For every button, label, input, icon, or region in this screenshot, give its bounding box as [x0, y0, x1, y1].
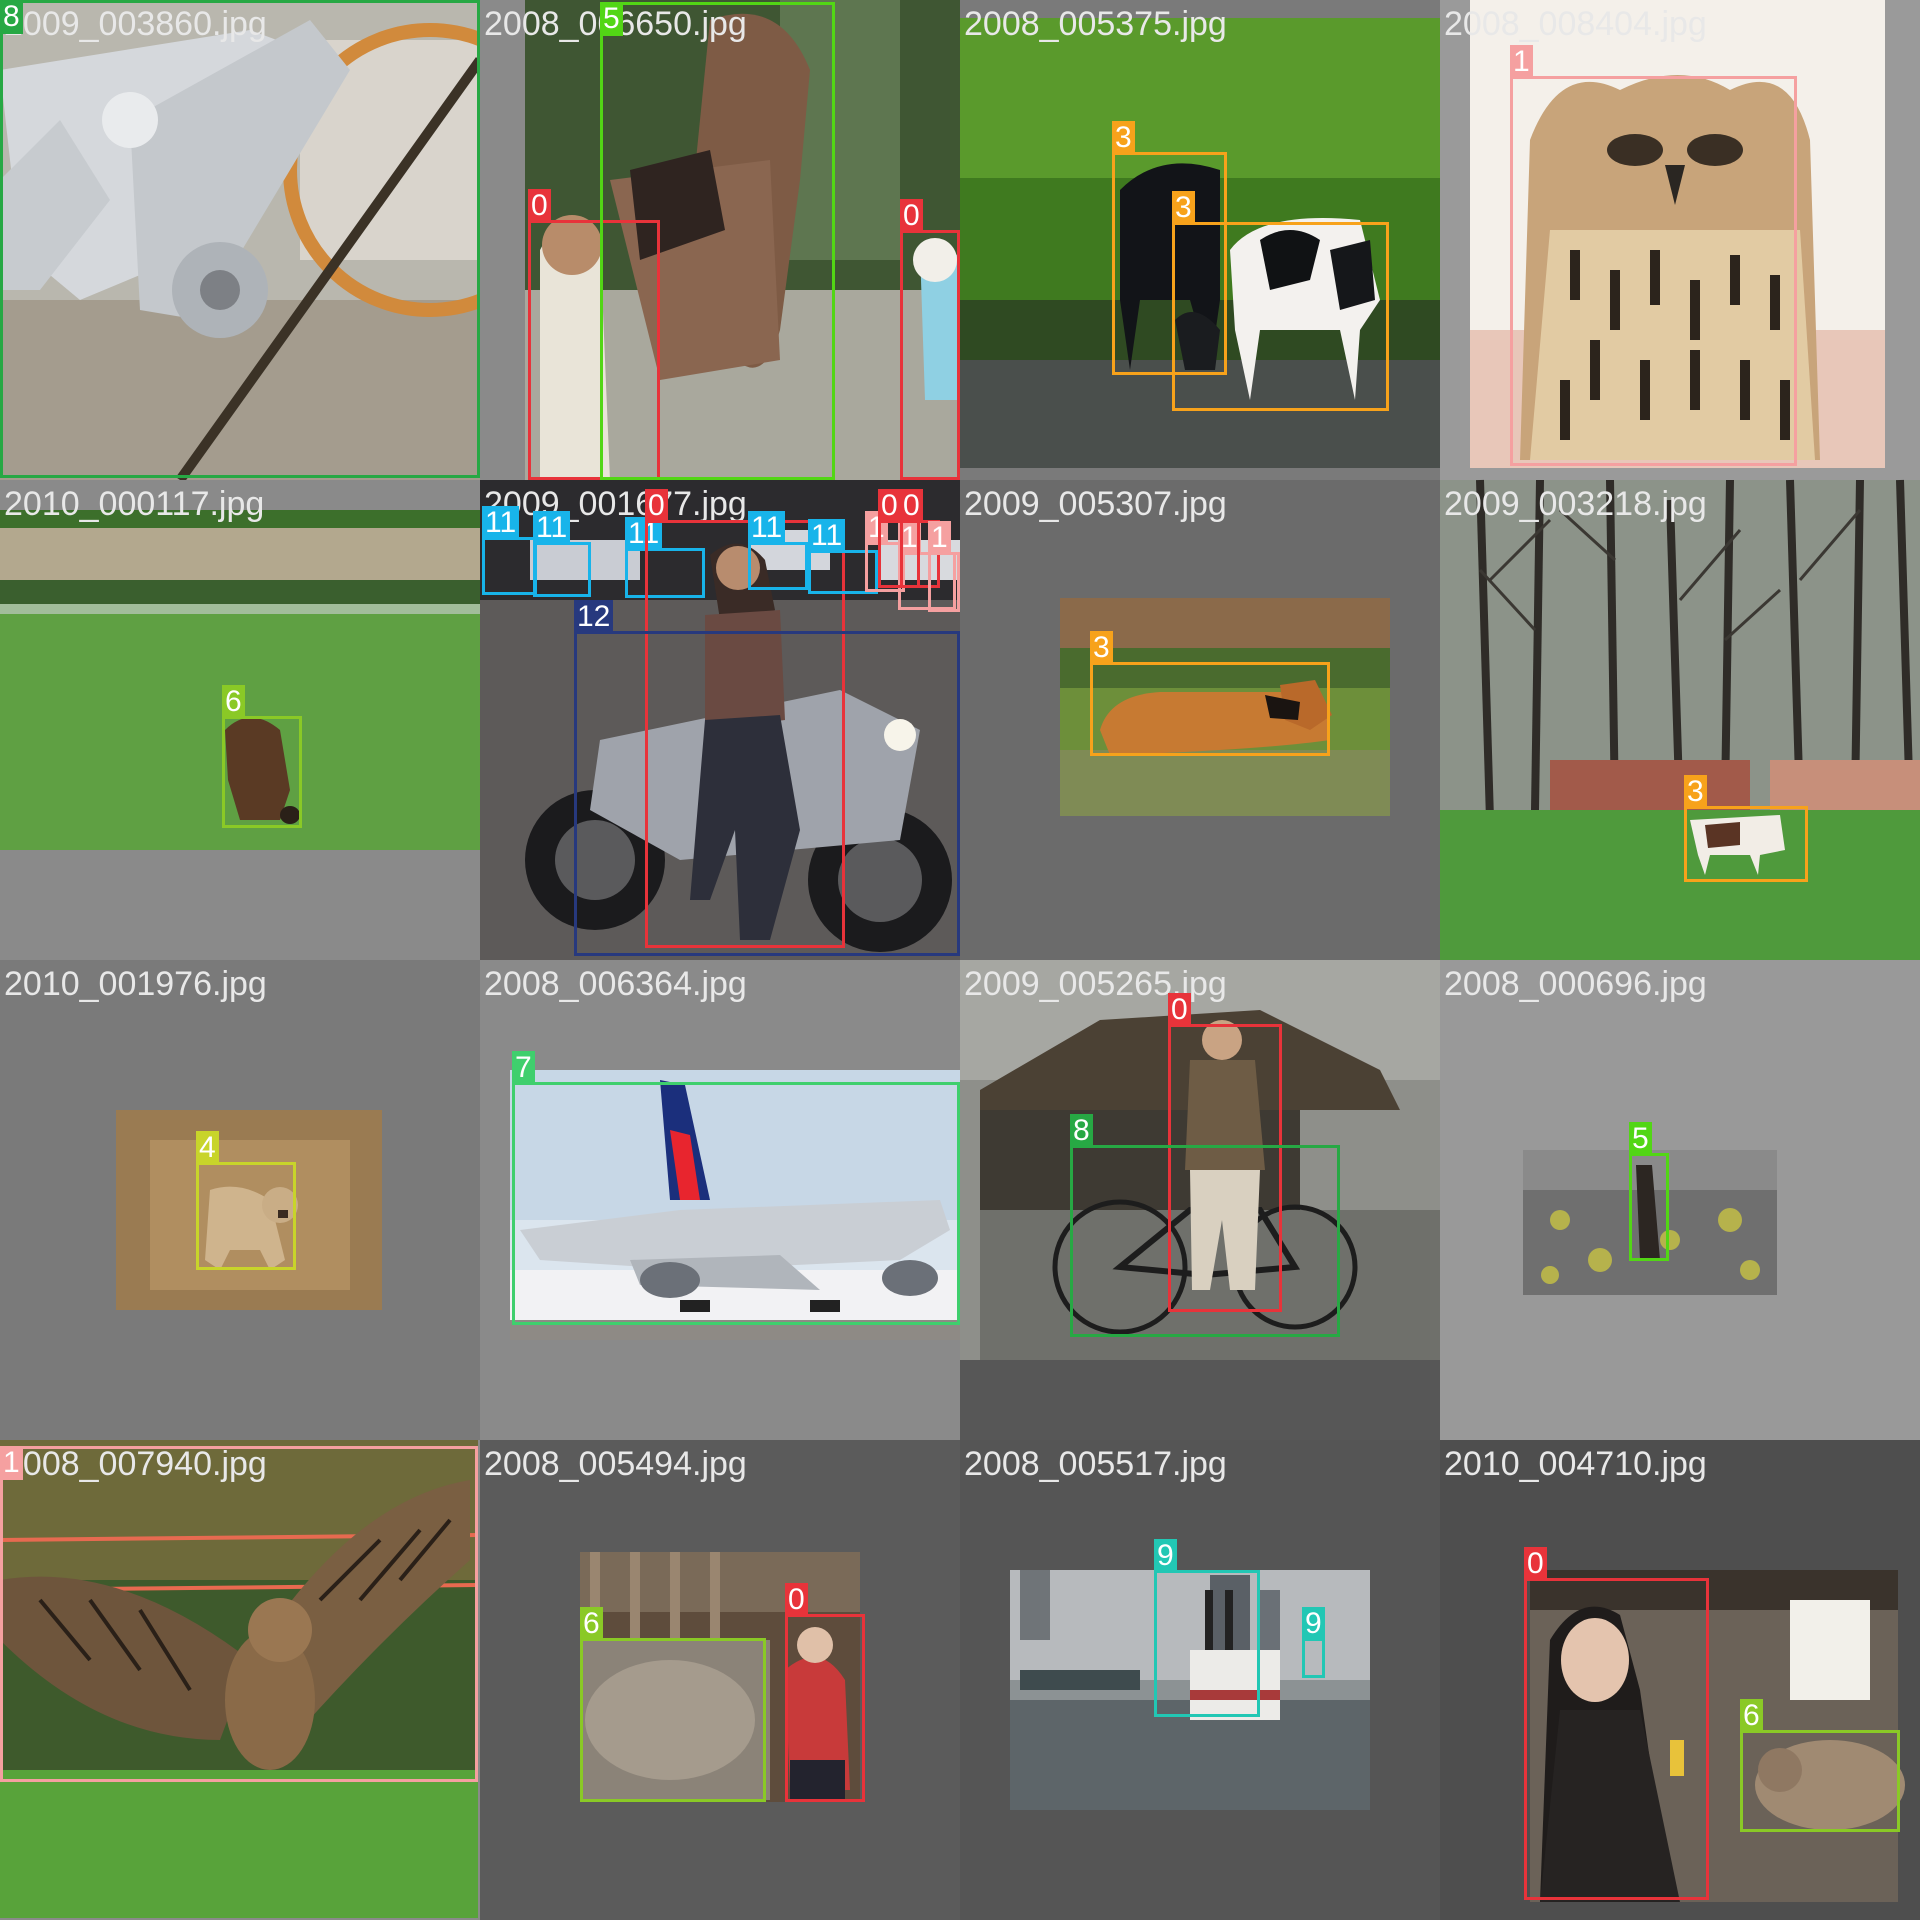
bounding-box: 3	[1684, 775, 1808, 882]
training-photo	[1440, 960, 1920, 1440]
class-id-label: 11	[748, 511, 786, 545]
mosaic-tile: 2008_005375.jpg 3 3	[960, 0, 1440, 480]
class-id-label: 0	[900, 489, 923, 523]
class-id-label: 0	[900, 199, 923, 233]
bounding-box: 1	[928, 521, 960, 612]
class-id-label: 1	[1510, 45, 1533, 79]
bounding-box: 8	[0, 0, 480, 478]
class-id-label: 8	[0, 0, 23, 34]
class-id-label: 0	[1524, 1547, 1547, 1581]
mosaic-tile: 2009_005265.jpg 0 8	[960, 960, 1440, 1440]
mosaic-tile: 2010_000117.jpg 6	[0, 480, 480, 960]
class-id-label: 11	[533, 511, 571, 545]
bounding-box: 11	[533, 511, 591, 597]
bounding-box: 8	[1070, 1114, 1340, 1337]
class-id-label: 9	[1302, 1607, 1325, 1641]
class-id-label: 6	[580, 1607, 603, 1641]
class-id-label: 0	[1168, 993, 1191, 1027]
mosaic-tile: 2010_004710.jpg 0 6	[1440, 1440, 1920, 1920]
class-id-label: 11	[808, 519, 846, 553]
mosaic-tile: 2009_005307.jpg 3	[960, 480, 1440, 960]
class-id-label: 0	[528, 189, 551, 223]
mosaic-tile: 2010_001976.jpg 4	[0, 960, 480, 1440]
class-id-label: 6	[222, 685, 245, 719]
bounding-box: 7	[512, 1051, 960, 1325]
class-id-label: 3	[1112, 121, 1135, 155]
class-id-label: 3	[1684, 775, 1707, 809]
bounding-box: 9	[1302, 1607, 1325, 1678]
bounding-box: 5	[1629, 1122, 1669, 1261]
class-id-label: 5	[1629, 1122, 1652, 1156]
mosaic-tile: 2008_005517.jpg 9 9	[960, 1440, 1440, 1920]
bounding-box: 0	[785, 1583, 865, 1802]
bounding-box: 5	[600, 2, 835, 480]
class-id-label: 8	[1070, 1114, 1093, 1148]
bounding-box: 0	[900, 199, 960, 480]
bounding-box: 3	[1172, 191, 1389, 411]
class-id-label: 11	[482, 506, 520, 540]
mosaic-tile: 2008_005494.jpg 6 0	[480, 1440, 960, 1920]
bounding-box: 11	[748, 511, 808, 590]
mosaic-tile: 2008_006364.jpg 7	[480, 960, 960, 1440]
bounding-box: 1	[1510, 45, 1797, 466]
bounding-box: 3	[1090, 631, 1330, 756]
class-id-label: 0	[878, 489, 901, 523]
class-id-label: 0	[785, 1583, 808, 1617]
class-id-label: 3	[1090, 631, 1113, 665]
mosaic-tile: 2009_003218.jpg 3	[1440, 479, 1920, 960]
bounding-box: 6	[222, 685, 302, 828]
bounding-box: 1	[0, 1446, 478, 1782]
bounding-box: 4	[196, 1131, 296, 1270]
class-id-label: 4	[196, 1131, 219, 1165]
class-id-label: 9	[1154, 1539, 1177, 1573]
class-id-label: 6	[1740, 1699, 1763, 1733]
bounding-box: 0	[1524, 1547, 1709, 1900]
class-id-label: 5	[600, 2, 623, 36]
class-id-label: 1	[928, 521, 951, 555]
bounding-box: 6	[580, 1607, 766, 1802]
mosaic-tile: 2008_006650.jpg050	[480, 0, 960, 480]
class-id-label: 3	[1172, 191, 1195, 225]
mosaic-tile: 2008_008404.jpg 1	[1440, 0, 1920, 480]
class-id-label: 7	[512, 1051, 535, 1085]
bounding-box: 11	[482, 506, 537, 595]
mosaic-tile: 2008_000696.jpg 5	[1440, 960, 1920, 1440]
bounding-box: 6	[1740, 1699, 1900, 1832]
training-photo	[1440, 479, 1920, 960]
mosaic-tile: 2009_001677.jpg 11 11 11 0 11 11 1 1 0 0 1 12	[480, 480, 960, 960]
mosaic-tile: 2008_007940.jpg 1	[0, 1440, 480, 1920]
detection-mosaic: 2009_003860.jpg8 2008_006650.jpg050 2008…	[0, 0, 1920, 1920]
bounding-box: 12	[574, 600, 960, 956]
class-id-label: 1	[0, 1446, 23, 1480]
class-id-label: 0	[645, 489, 668, 523]
mosaic-tile: 2009_003860.jpg 8	[0, 0, 577, 483]
bounding-box: 9	[1154, 1539, 1260, 1717]
class-id-label: 12	[574, 600, 614, 634]
